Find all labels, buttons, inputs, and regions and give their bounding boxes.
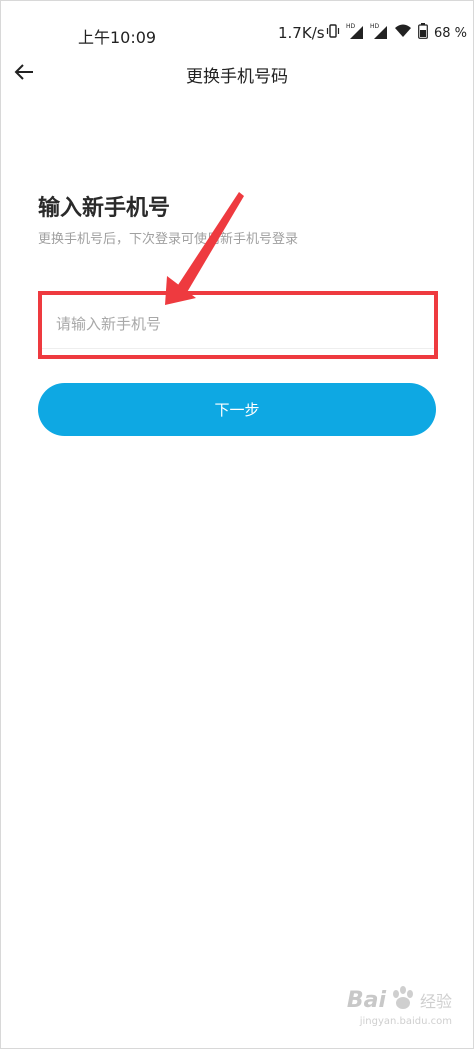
hd-signal-icon: HD [370, 22, 388, 44]
hd-signal-icon: HD [346, 22, 364, 44]
status-time: 上午10:09 [78, 28, 157, 47]
input-underline [40, 348, 434, 349]
nav-bar: 更换手机号码 [0, 52, 474, 96]
page-title: 更换手机号码 [186, 67, 288, 87]
paw-icon [390, 986, 416, 1014]
baidu-jingyan-watermark: Bai 经验 jingyan.baidu.com [347, 986, 452, 1027]
watermark-logo: Bai [346, 987, 386, 1013]
annotation-arrow [165, 192, 244, 305]
battery-percent: 68 % [434, 25, 468, 41]
phone-number-input[interactable] [46, 302, 426, 346]
watermark-suffix: 经验 [419, 992, 452, 1011]
status-network-speed: 1.7K/s [278, 24, 325, 42]
watermark-url: jingyan.baidu.com [359, 1016, 452, 1027]
battery-icon [418, 23, 428, 43]
screen-frame [0, 0, 474, 1049]
svg-text:HD: HD [346, 23, 356, 30]
next-step-button[interactable]: 下一步 [38, 383, 436, 436]
section-subtitle: 更换手机号后，下次登录可使用新手机号登录 [38, 232, 299, 247]
vibrate-icon [326, 23, 340, 43]
status-icons: HD HD 68 % [326, 22, 468, 44]
wifi-icon [394, 23, 412, 43]
svg-text:HD: HD [370, 23, 380, 30]
section-heading: 输入新手机号 [38, 196, 171, 221]
